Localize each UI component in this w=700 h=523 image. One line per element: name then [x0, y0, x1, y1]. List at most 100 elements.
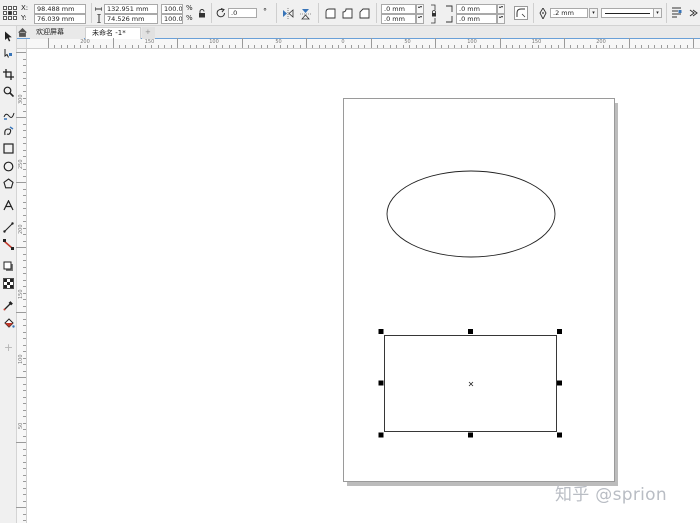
- artistic-media-tool-icon[interactable]: [1, 124, 16, 139]
- ruler-tick: [628, 38, 630, 48]
- spinner-icon[interactable]: ▴▾: [497, 4, 505, 14]
- spinner-icon[interactable]: ▴▾: [497, 14, 505, 24]
- rotation-field[interactable]: .0: [228, 8, 257, 18]
- ruler-corner[interactable]: [17, 39, 27, 49]
- drop-shadow-tool-icon[interactable]: [1, 259, 16, 274]
- separator: [276, 3, 277, 23]
- handle-top-right[interactable]: [557, 329, 562, 334]
- ruler-tick: [435, 38, 436, 48]
- ruler-tick: [654, 45, 656, 48]
- ruler-tick: [23, 156, 26, 157]
- corner-radius-bottom-left-field[interactable]: .0 mm: [381, 14, 416, 24]
- ruler-tick: [228, 45, 230, 48]
- scale-x-field[interactable]: 100.0: [161, 4, 183, 14]
- outline-width-field[interactable]: .2 mm: [550, 8, 588, 18]
- reference-point-icon[interactable]: [3, 6, 17, 20]
- ruler-tick: [551, 45, 553, 48]
- add-tab-button[interactable]: +: [142, 27, 155, 39]
- ruler-tick: [480, 45, 482, 48]
- ruler-tick: [564, 38, 565, 48]
- zoom-tool-icon[interactable]: [1, 84, 16, 99]
- handle-top-left[interactable]: [378, 329, 384, 334]
- ruler-tick: [23, 260, 26, 261]
- width-field[interactable]: 132.951 mm: [104, 4, 158, 14]
- corner-radius-top-right-field[interactable]: .0 mm: [456, 4, 497, 14]
- x-label: X:: [21, 4, 29, 12]
- ellipse-tool-icon[interactable]: [1, 159, 16, 174]
- ruler-tick: [693, 38, 694, 48]
- separator: [318, 3, 319, 23]
- y-position-field[interactable]: 76.039 mm: [34, 14, 86, 24]
- toolbox: +: [0, 26, 17, 523]
- ruler-tick: [23, 175, 26, 177]
- pick-tool-icon[interactable]: [1, 29, 16, 44]
- eyedropper-tool-icon[interactable]: [1, 298, 16, 313]
- corner-radius-top-left-field[interactable]: .0 mm: [381, 4, 416, 14]
- overflow-icon[interactable]: [688, 7, 698, 19]
- ruler-tick: [54, 45, 56, 48]
- ruler-tick: [576, 45, 578, 48]
- chamfered-corner-icon[interactable]: [359, 8, 370, 19]
- ruler-tick: [596, 45, 598, 48]
- handle-top-center[interactable]: [468, 329, 473, 334]
- corner-radius-bottom-right-field[interactable]: .0 mm: [456, 14, 497, 24]
- ruler-tick: [23, 520, 26, 521]
- drawing-canvas[interactable]: [27, 49, 700, 523]
- drawing-area[interactable]: [27, 49, 700, 523]
- separator: [211, 3, 212, 23]
- vertical-ruler[interactable]: 300 250 200 150 100 50: [16, 49, 27, 523]
- handle-middle-left[interactable]: [378, 380, 384, 386]
- interactive-fill-tool-icon[interactable]: [1, 316, 16, 331]
- ruler-tick: [473, 45, 475, 48]
- ruler-tick: [505, 45, 507, 48]
- relative-corner-scaling-icon[interactable]: [514, 6, 528, 20]
- text-wrap-icon[interactable]: [671, 7, 682, 19]
- crop-tool-icon[interactable]: [1, 67, 16, 82]
- chevron-down-icon[interactable]: ▾: [653, 8, 662, 18]
- ruler-tick: [570, 45, 572, 48]
- shape-tool-icon[interactable]: [1, 46, 16, 61]
- parallel-dimension-tool-icon[interactable]: [1, 220, 16, 235]
- tab-welcome-screen[interactable]: 欢迎屏幕: [30, 27, 84, 39]
- lock-icon[interactable]: [198, 9, 206, 18]
- ruler-tick: [441, 45, 443, 48]
- ruler-tick: [131, 45, 133, 48]
- horizontal-ruler[interactable]: 200 150 100 50 0 50 100 150 200: [27, 38, 700, 49]
- rectangle-tool-icon[interactable]: [1, 141, 16, 156]
- mirror-vertical-icon[interactable]: [300, 8, 311, 20]
- ruler-tick: [222, 45, 224, 48]
- ruler-tick: [23, 435, 26, 437]
- connector-tool-icon[interactable]: [1, 237, 16, 252]
- polygon-tool-icon[interactable]: [1, 176, 16, 191]
- scalloped-corner-icon[interactable]: [342, 8, 353, 19]
- handle-bottom-center[interactable]: [468, 432, 473, 438]
- ruler-tick: [622, 45, 624, 48]
- home-icon[interactable]: [18, 28, 27, 37]
- transparency-tool-icon[interactable]: [1, 276, 16, 291]
- mirror-horizontal-icon[interactable]: [282, 8, 294, 19]
- ruler-label: 200: [596, 39, 606, 45]
- scale-y-field[interactable]: 100.0: [161, 14, 183, 24]
- handle-bottom-right[interactable]: [557, 432, 562, 438]
- freehand-tool-icon[interactable]: [1, 107, 16, 122]
- watermark: 知乎 @sprion: [555, 485, 667, 505]
- ruler-tick: [518, 45, 520, 48]
- outline-pen-icon: [539, 8, 547, 19]
- ruler-tick: [48, 38, 49, 48]
- ruler-tick: [16, 377, 26, 378]
- round-corner-icon[interactable]: [325, 8, 336, 19]
- x-position-field[interactable]: 98.488 mm: [34, 4, 86, 14]
- ruler-tick: [23, 195, 26, 196]
- line-style-selector[interactable]: [601, 8, 654, 18]
- ruler-tick: [23, 91, 26, 92]
- text-tool-icon[interactable]: [1, 198, 16, 213]
- handle-bottom-left[interactable]: [378, 432, 384, 438]
- chevron-down-icon[interactable]: ▾: [589, 8, 598, 18]
- spinner-icon[interactable]: ▴▾: [416, 14, 424, 24]
- height-field[interactable]: 74.526 mm: [104, 14, 158, 24]
- separator: [91, 3, 92, 23]
- customize-toolbox-icon[interactable]: +: [1, 340, 16, 355]
- corner-link-icon[interactable]: [430, 4, 438, 24]
- handle-middle-right[interactable]: [557, 380, 562, 386]
- spinner-icon[interactable]: ▴▾: [416, 4, 424, 14]
